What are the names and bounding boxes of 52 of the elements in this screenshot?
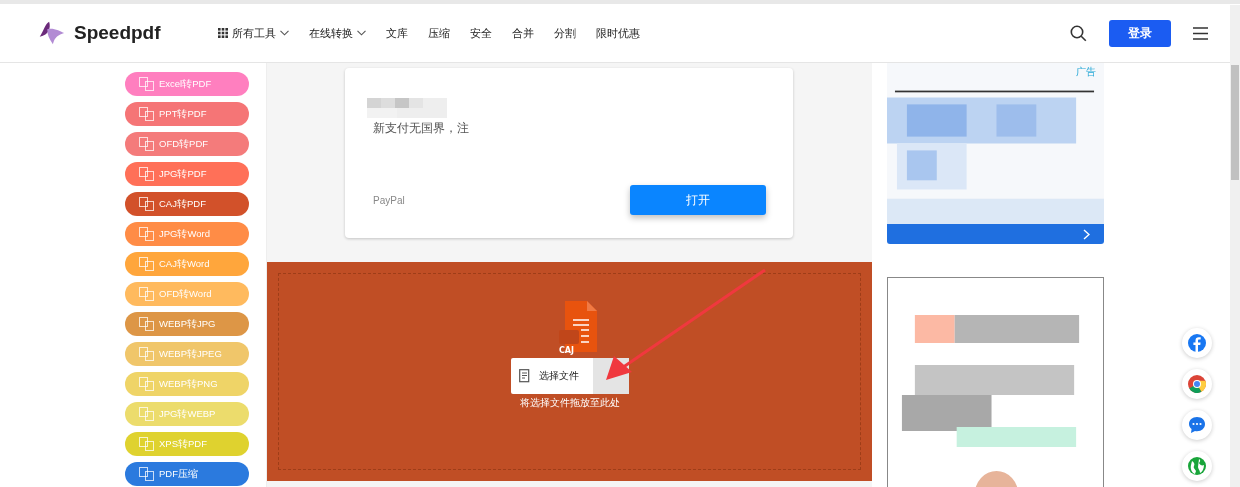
- convert-icon: [139, 377, 154, 391]
- tool-pill[interactable]: JPG转Word: [125, 222, 249, 246]
- file-type-label: CAJ: [559, 346, 575, 355]
- chevron-right-icon: [1083, 228, 1090, 240]
- nav-item[interactable]: 所有工具: [218, 25, 289, 41]
- scrollbar[interactable]: [1230, 5, 1240, 487]
- convert-icon: [139, 167, 154, 181]
- upload-area[interactable]: CAJ 选择文件 将选择文件拖放至此处: [267, 262, 872, 481]
- choose-file-button[interactable]: 选择文件: [510, 358, 593, 394]
- convert-icon: [139, 407, 154, 421]
- convert-icon: [139, 227, 154, 241]
- convert-icon: [139, 77, 154, 91]
- convert-icon: [139, 197, 154, 211]
- convert-icon: [139, 107, 154, 121]
- browser-icon[interactable]: [1182, 369, 1212, 399]
- nav-item[interactable]: 分割: [554, 25, 576, 41]
- convert-icon: [139, 137, 154, 151]
- nav-item[interactable]: 合并: [512, 25, 534, 41]
- convert-icon: [139, 437, 154, 451]
- ad-text: 新支付无国界，注: [373, 120, 470, 137]
- nav-item[interactable]: 限时优惠: [596, 25, 640, 41]
- chevron-down-icon: [280, 30, 289, 36]
- convert-icon: [139, 287, 154, 301]
- chevron-down-icon: [357, 30, 366, 36]
- globe-icon[interactable]: [1182, 451, 1212, 481]
- convert-icon: [139, 257, 154, 271]
- nav-item[interactable]: 在线转换: [309, 25, 366, 41]
- brand-name[interactable]: Speedpdf: [74, 22, 161, 44]
- search-icon[interactable]: [1070, 24, 1087, 42]
- tool-pill[interactable]: OFD转PDF: [125, 132, 249, 156]
- ad-source: PayPal: [373, 194, 405, 206]
- open-button[interactable]: 打开: [630, 185, 766, 215]
- nav-item[interactable]: 文库: [386, 25, 408, 41]
- grid-icon: [218, 28, 228, 38]
- nav-item[interactable]: 压缩: [428, 25, 450, 41]
- tool-pill[interactable]: CAJ转PDF: [125, 192, 249, 216]
- document-icon: [518, 369, 531, 383]
- convert-icon: [139, 317, 154, 331]
- login-button[interactable]: 登录: [1109, 19, 1171, 47]
- convert-icon: [139, 467, 154, 481]
- tool-pill[interactable]: Excel转PDF: [125, 72, 249, 96]
- tool-pill[interactable]: WEBP转JPG: [125, 312, 249, 336]
- ad-label: 广告: [1076, 65, 1096, 79]
- nav-item[interactable]: 安全: [470, 25, 492, 41]
- drop-hint: 将选择文件拖放至此处: [519, 396, 620, 410]
- facebook-icon[interactable]: [1182, 328, 1212, 358]
- chat-icon[interactable]: [1182, 410, 1212, 440]
- tool-pill[interactable]: JPG转PDF: [125, 162, 249, 186]
- tool-pill[interactable]: PDF压缩: [125, 462, 249, 486]
- tool-pill[interactable]: PPT转PDF: [125, 102, 249, 126]
- menu-icon[interactable]: [1193, 26, 1208, 40]
- convert-icon: [139, 347, 154, 361]
